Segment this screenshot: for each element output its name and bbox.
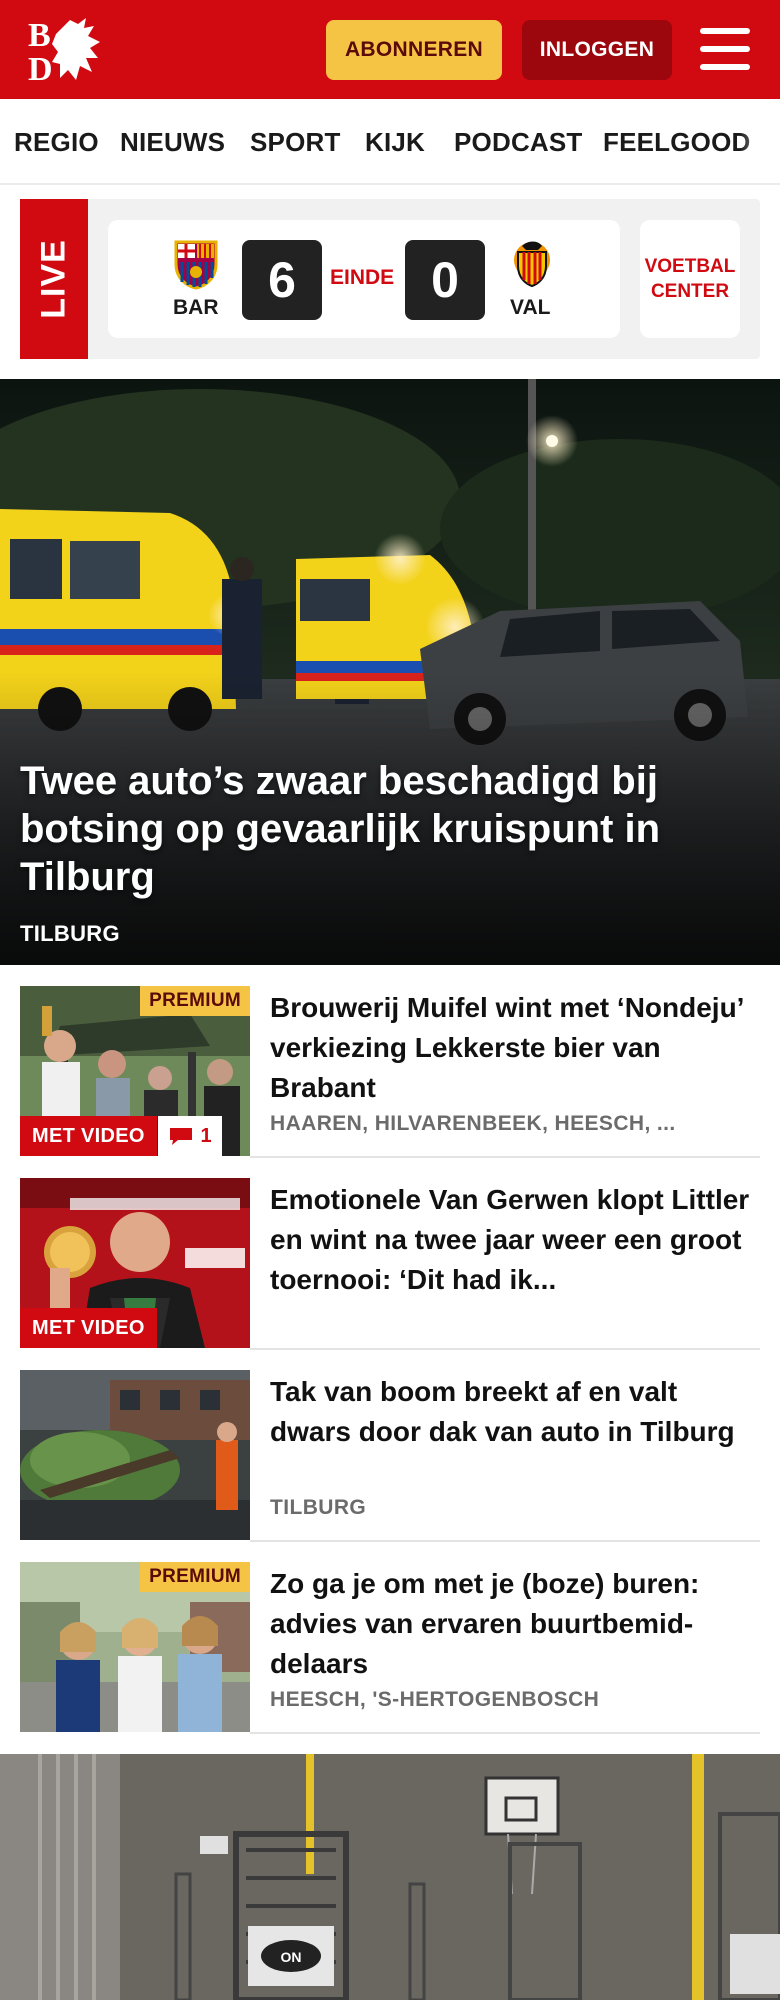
home-team-name: BAR [173, 296, 219, 319]
article-thumbnail: MET VIDEO [20, 1178, 250, 1348]
article-card[interactable]: Tak van boom breekt af en valt dwars doo… [20, 1370, 760, 1542]
article-card[interactable]: MET VIDEO Emotionele Van Gerwen klopt Li… [20, 1178, 760, 1350]
article-divider [250, 1156, 760, 1158]
logo-letter-d: D [28, 51, 53, 84]
site-header: B D ABONNEREN INLOGGEN [0, 0, 780, 99]
featured-video-image[interactable]: ON [0, 1754, 780, 2000]
article-title[interactable]: Emotionele Van Gerwen klopt Littler en w… [270, 1180, 760, 1300]
nav-item-feelgood[interactable]: FEELGOOD [603, 127, 751, 158]
away-score: 0 [405, 240, 485, 320]
hero-article[interactable]: Twee auto’s zwaar beschadigd bij botsing… [0, 379, 780, 965]
article-card[interactable]: PREMIUM Zo ga je om met je (boze) buren:… [20, 1562, 760, 1734]
article-location: TILBURG [270, 1496, 367, 1519]
article-location: HEESCH, 'S-HERTOGENBOSCH [270, 1688, 600, 1711]
video-badge: MET VIDEO [20, 1308, 157, 1348]
main-nav: REGIO NIEUWS SPORT KIJK PODCAST FEELGOOD [0, 99, 780, 183]
valencia-crest-icon [514, 241, 550, 288]
match-status: EINDE [330, 266, 395, 289]
logo-letter-b: B [28, 17, 51, 54]
article-divider [250, 1732, 760, 1734]
article-location: HAAREN, HILVARENBEEK, HEESCH, ... [270, 1112, 676, 1135]
live-tag: LIVE [20, 199, 88, 359]
article-divider [250, 1348, 760, 1350]
barcelona-crest-icon [174, 240, 218, 290]
article-thumbnail: PREMIUM [20, 1562, 250, 1732]
nav-item-sport[interactable]: SPORT [250, 127, 341, 158]
article-thumbnail [20, 1370, 250, 1540]
login-button[interactable]: INLOGGEN [522, 20, 672, 80]
article-title[interactable]: Brouwerij Muifel wint met ‘Nondeju’ verk… [270, 988, 760, 1108]
article-title[interactable]: Zo ga je om met je (boze) buren: advies … [270, 1564, 760, 1684]
home-score: 6 [242, 240, 322, 320]
bd-logo[interactable]: B D [26, 14, 112, 88]
comment-count: 1 [200, 1124, 212, 1147]
article-thumbnail: PREMIUM MET VIDEO 1 [20, 986, 250, 1156]
hero-location: TILBURG [20, 921, 120, 946]
nav-item-podcast[interactable]: PODCAST [454, 127, 583, 158]
comment-icon [170, 1128, 193, 1145]
away-team-name: VAL [510, 296, 551, 319]
subscribe-button[interactable]: ABONNEREN [326, 20, 502, 80]
article-divider [250, 1540, 760, 1542]
article-title[interactable]: Tak van boom breekt af en valt dwars doo… [270, 1372, 760, 1452]
comment-count-badge[interactable]: 1 [158, 1116, 222, 1156]
premium-badge: PREMIUM [140, 1562, 250, 1592]
hero-headline[interactable]: Twee auto’s zwaar beschadigd bij botsing… [20, 757, 740, 901]
nav-scroll-fade [740, 99, 780, 183]
nav-item-regio[interactable]: REGIO [14, 127, 99, 158]
video-badge: MET VIDEO [20, 1116, 157, 1156]
menu-icon[interactable] [700, 26, 752, 72]
nav-item-nieuws[interactable]: NIEUWS [120, 127, 225, 158]
premium-badge: PREMIUM [140, 986, 250, 1016]
voetbal-center-link[interactable]: VOETBAL CENTER [640, 220, 740, 338]
svg-text:ON: ON [281, 1949, 302, 1965]
nav-divider [0, 183, 780, 185]
nav-item-kijk[interactable]: KIJK [365, 127, 425, 158]
article-card[interactable]: PREMIUM MET VIDEO 1 Brouwerij Muifel win… [20, 986, 760, 1158]
